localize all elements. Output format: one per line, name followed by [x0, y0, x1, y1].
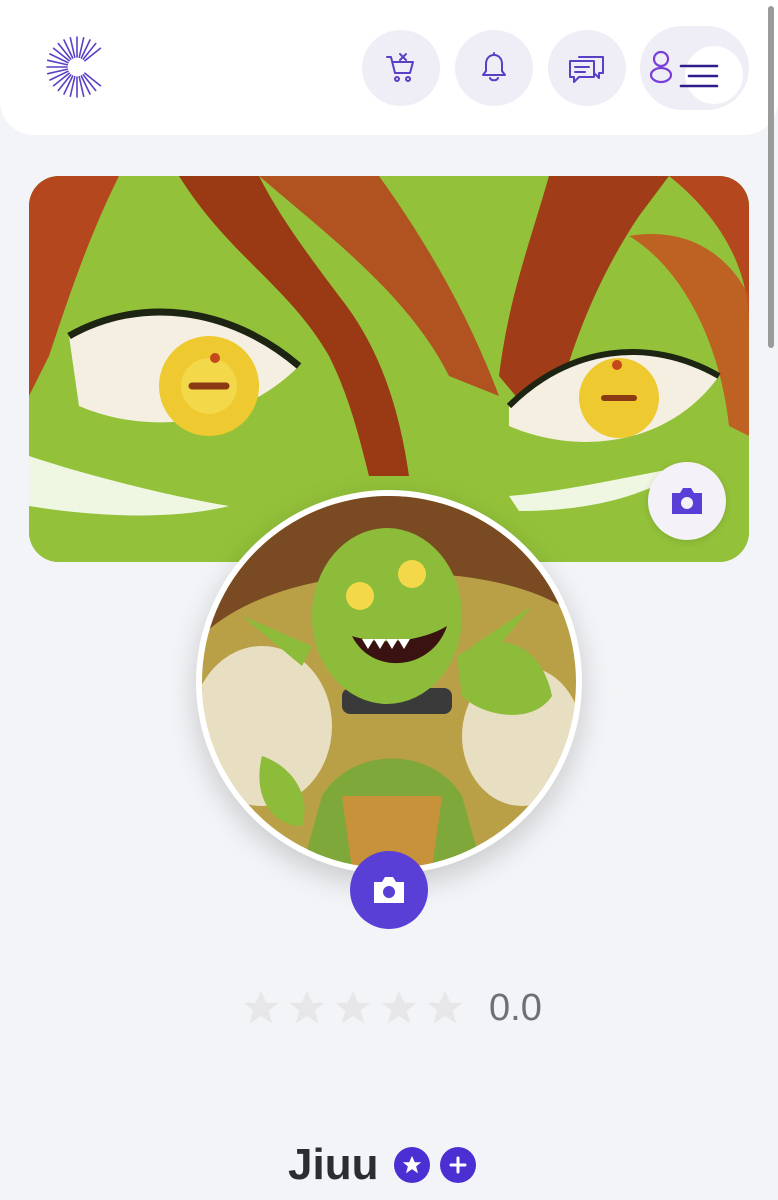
rating-value: 0.0 [489, 986, 542, 1029]
cart-x-icon [386, 53, 414, 82]
avatar-image [202, 496, 576, 868]
top-navigation-bar [0, 0, 778, 135]
menu-disc[interactable] [679, 46, 743, 104]
star-icon [381, 990, 417, 1024]
notifications-button[interactable] [455, 30, 533, 106]
camera-icon [672, 488, 702, 514]
plus-badge-icon[interactable] [440, 1147, 477, 1183]
profile-name-row: Jiuu [288, 1140, 477, 1190]
star-icon [243, 990, 279, 1024]
messages-button[interactable] [548, 30, 626, 106]
hamburger-icon [679, 64, 719, 88]
avatar [196, 490, 582, 874]
change-avatar-button[interactable] [350, 851, 428, 929]
account-menu-button[interactable] [640, 26, 749, 110]
camera-icon [374, 877, 404, 903]
cart-button[interactable] [362, 30, 440, 106]
star-icon [335, 990, 371, 1024]
star-icon [427, 990, 463, 1024]
rating: 0.0 [240, 983, 542, 1033]
profile-name: Jiuu [288, 1140, 379, 1189]
scrollbar-thumb[interactable] [768, 6, 774, 348]
chat-bubbles-icon [569, 56, 604, 83]
change-cover-button[interactable] [648, 462, 726, 540]
bell-icon [482, 52, 506, 82]
star-badge-icon[interactable] [394, 1147, 431, 1183]
person-icon [649, 50, 673, 84]
sunburst-c-logo[interactable] [46, 36, 108, 98]
star-icon [289, 990, 325, 1024]
